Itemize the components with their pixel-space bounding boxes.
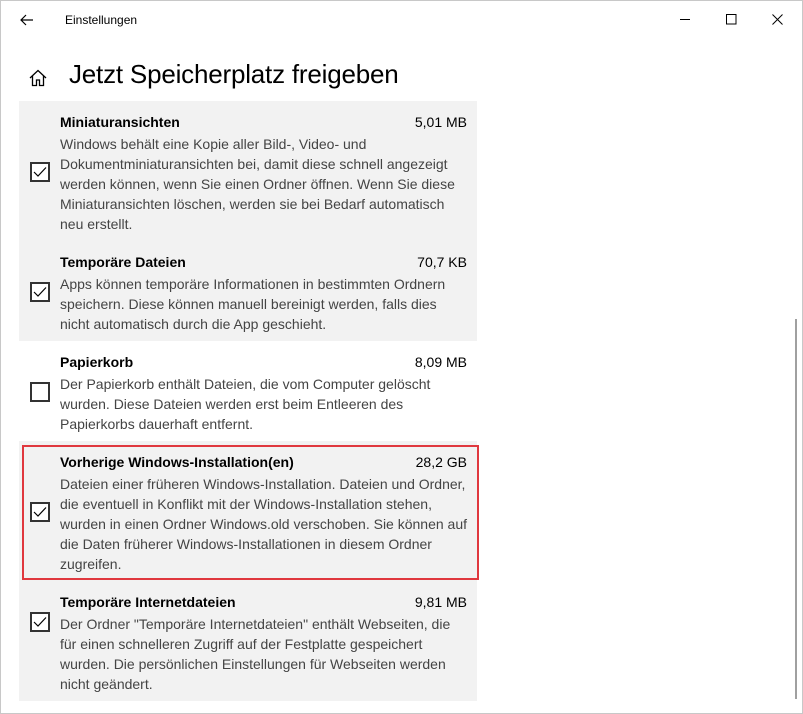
item-description: Apps können temporäre Informationen in b… [60, 276, 446, 332]
back-button[interactable] [7, 5, 47, 35]
checkmark-icon [33, 507, 47, 517]
arrow-left-icon [20, 14, 33, 26]
list-item: Temporäre Dateien 70,7 KB Apps können te… [19, 241, 477, 341]
page-title: Jetzt Speicherplatz freigeben [69, 59, 399, 89]
item-description: Windows behält eine Kopie aller Bild-, V… [60, 136, 455, 232]
item-name: Temporäre Internetdateien [60, 594, 236, 610]
item-size: 28,2 GB [415, 454, 467, 470]
home-button[interactable] [25, 65, 51, 91]
maximize-button[interactable] [707, 1, 755, 37]
cleanup-list: Miniaturansichten 5,01 MB Windows behält… [19, 101, 477, 701]
close-button[interactable] [753, 1, 801, 37]
item-size: 9,81 MB [414, 594, 467, 610]
home-icon [29, 69, 47, 87]
maximize-icon [725, 13, 736, 24]
item-name: Temporäre Dateien [60, 254, 186, 270]
item-name: Vorherige Windows-Installation(en) [60, 454, 294, 470]
minimize-icon [679, 18, 690, 20]
title-bar: Einstellungen [1, 1, 802, 39]
checkbox[interactable] [30, 162, 50, 182]
checkmark-icon [33, 167, 47, 177]
settings-window: Einstellungen Jetzt Speicherplatz freige… [0, 0, 803, 714]
item-size: 70,7 KB [417, 254, 467, 270]
item-description: Dateien einer früheren Windows-Installat… [60, 476, 468, 572]
list-item: Papierkorb 8,09 MB Der Papierkorb enthäl… [19, 341, 477, 441]
checkmark-icon [33, 617, 47, 627]
list-item: Vorherige Windows-Installation(en) 28,2 … [19, 441, 477, 581]
app-title: Einstellungen [65, 13, 138, 27]
checkbox[interactable] [30, 382, 50, 402]
item-name: Miniaturansichten [60, 114, 180, 130]
list-item: Miniaturansichten 5,01 MB Windows behält… [19, 101, 477, 241]
item-description: Der Ordner "Temporäre Internetdateien" e… [60, 616, 451, 692]
checkbox[interactable] [30, 502, 50, 522]
item-size: 5,01 MB [414, 114, 467, 130]
item-description: Der Papierkorb enthält Dateien, die vom … [60, 376, 431, 432]
list-item: Temporäre Internetdateien 9,81 MB Der Or… [19, 581, 477, 701]
item-size: 8,09 MB [414, 354, 467, 370]
item-name: Papierkorb [60, 354, 134, 370]
checkbox[interactable] [30, 282, 50, 302]
checkmark-icon [33, 287, 47, 297]
checkbox[interactable] [30, 612, 50, 632]
scrollbar[interactable] [795, 319, 797, 699]
close-icon [771, 13, 783, 25]
minimize-button[interactable] [661, 1, 709, 37]
